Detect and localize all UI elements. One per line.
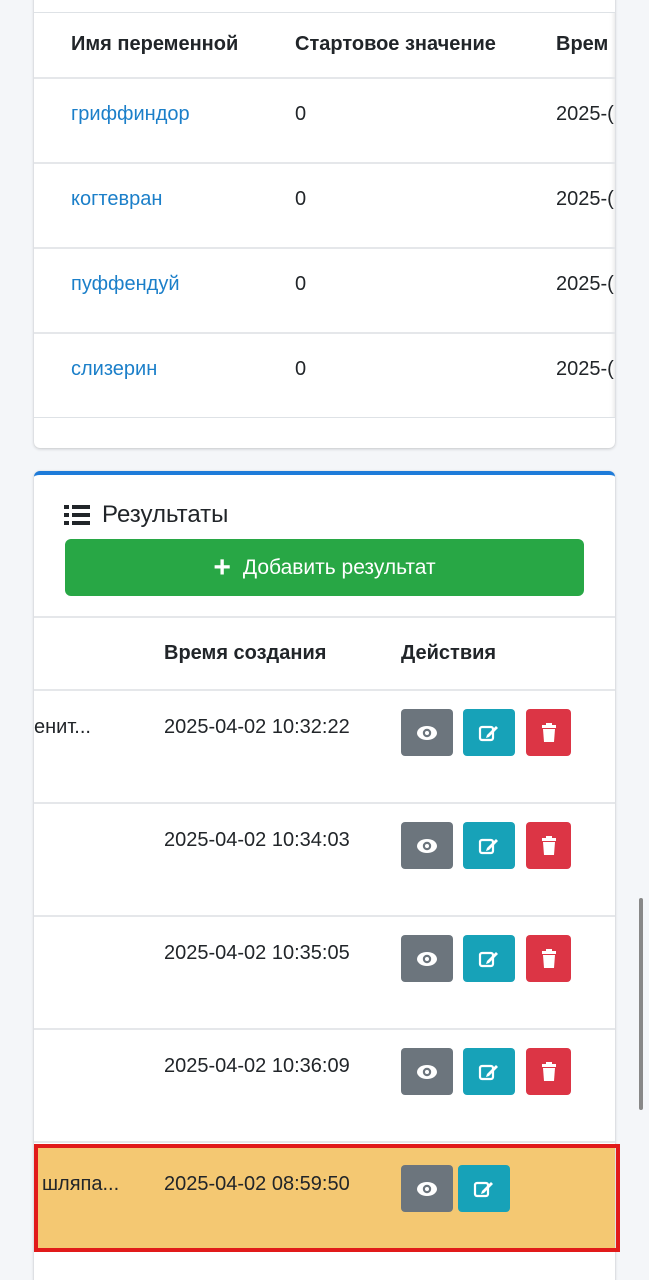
variables-table: Имя переменной Стартовое значение Врем г…	[34, 12, 615, 418]
variable-link[interactable]: слизерин	[71, 358, 157, 381]
edit-button[interactable]	[463, 1048, 515, 1095]
variable-link[interactable]: пуффендуй	[71, 273, 180, 296]
delete-button[interactable]	[526, 822, 571, 869]
edit-icon	[478, 838, 498, 854]
trash-icon	[541, 1061, 556, 1081]
header-start-value: Стартовое значение	[295, 33, 496, 55]
trash-icon	[541, 722, 556, 742]
edit-icon	[478, 725, 498, 741]
result-text: енит...	[34, 716, 91, 738]
edit-button[interactable]	[463, 709, 515, 756]
view-button[interactable]	[401, 709, 453, 756]
edit-button[interactable]	[463, 935, 515, 982]
add-result-button[interactable]: + Добавить результат	[65, 539, 584, 596]
delete-button[interactable]	[526, 935, 571, 982]
list-icon	[64, 504, 90, 526]
results-title: Результаты	[64, 501, 228, 529]
table-row: 2025-04-02 10:36:09	[34, 1030, 615, 1143]
trash-icon	[541, 835, 556, 855]
plus-icon: +	[213, 550, 231, 584]
variables-card: Имя переменной Стартовое значение Врем г…	[34, 0, 615, 448]
created-time: 2025-04-02 10:34:03	[164, 829, 350, 851]
created-time: 2025-04-02 10:35:05	[164, 942, 350, 964]
table-header-row: Время создания Действия	[34, 618, 615, 691]
edit-icon	[478, 951, 498, 967]
view-button[interactable]	[401, 822, 453, 869]
eye-icon	[417, 725, 437, 740]
start-value: 0	[295, 273, 307, 295]
variable-link[interactable]: когтевран	[71, 188, 162, 211]
table-row: гриффиндор 0 2025-(	[34, 79, 615, 164]
view-button[interactable]	[401, 935, 453, 982]
highlight-frame	[34, 1144, 620, 1252]
table-row: 2025-04-02 10:34:03	[34, 804, 615, 917]
created-time: 2025-04-02 10:32:22	[164, 716, 350, 738]
table-header-row: Имя переменной Стартовое значение Врем	[34, 13, 615, 79]
table-row: 2025-04-02 10:35:05	[34, 917, 615, 1030]
table-row: слизерин 0 2025-(	[34, 334, 615, 417]
start-value: 0	[295, 188, 307, 210]
variable-link[interactable]: гриффиндор	[71, 103, 190, 126]
header-created-time: Время создания	[164, 642, 327, 664]
eye-icon	[417, 838, 437, 853]
table-row: енит... 2025-04-02 10:32:22	[34, 691, 615, 804]
created-time: 2025-(	[556, 103, 614, 125]
start-value: 0	[295, 358, 307, 380]
edit-icon	[478, 1064, 498, 1080]
add-result-label: Добавить результат	[242, 555, 436, 579]
header-actions: Действия	[401, 642, 497, 664]
start-value: 0	[295, 103, 307, 125]
created-time: 2025-(	[556, 273, 614, 295]
trash-icon	[541, 948, 556, 968]
page-scrollbar[interactable]	[639, 898, 643, 1110]
created-time: 2025-(	[556, 358, 614, 380]
header-time: Врем	[556, 33, 609, 55]
edit-button[interactable]	[463, 822, 515, 869]
table-row: пуффендуй 0 2025-(	[34, 249, 615, 334]
eye-icon	[417, 951, 437, 966]
created-time: 2025-(	[556, 188, 614, 210]
table-row: когтевран 0 2025-(	[34, 164, 615, 249]
eye-icon	[417, 1064, 437, 1079]
results-title-text: Результаты	[102, 501, 229, 528]
delete-button[interactable]	[526, 1048, 571, 1095]
view-button[interactable]	[401, 1048, 453, 1095]
delete-button[interactable]	[526, 709, 571, 756]
created-time: 2025-04-02 10:36:09	[164, 1055, 350, 1077]
header-variable-name: Имя переменной	[71, 33, 239, 55]
